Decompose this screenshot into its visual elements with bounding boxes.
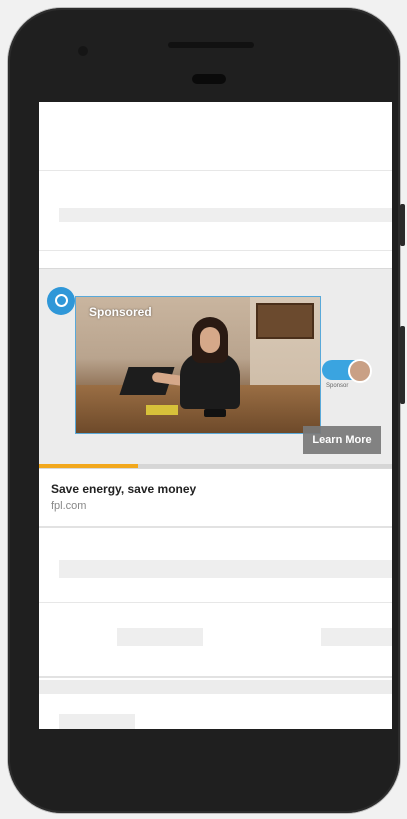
power-button	[400, 204, 405, 246]
divider	[39, 250, 392, 251]
video-progress-fill	[39, 464, 138, 468]
mini-brand-label: Sponsor	[326, 383, 349, 389]
divider	[39, 676, 392, 678]
learn-more-button[interactable]: Learn More	[303, 426, 381, 454]
divider	[39, 170, 392, 171]
earpiece	[168, 42, 254, 48]
video-picture-frame	[256, 303, 314, 339]
sensor	[192, 74, 226, 84]
front-camera	[78, 46, 88, 56]
divider	[39, 526, 392, 528]
divider	[39, 602, 392, 603]
skeleton-line	[39, 680, 392, 694]
sponsored-label: Sponsored	[89, 305, 152, 319]
ad-title[interactable]: Save energy, save money	[51, 482, 196, 496]
volume-button	[400, 326, 405, 404]
ad-video[interactable]: Sponsored	[75, 296, 321, 434]
phone-frame: Sponsored Sponsor Learn More Save energy…	[8, 8, 405, 813]
skeleton-line	[59, 208, 392, 222]
video-progress-track[interactable]	[39, 464, 392, 468]
phone-screen: Sponsored Sponsor Learn More Save energy…	[39, 102, 392, 729]
video-phone	[204, 409, 226, 417]
brand-logo-icon[interactable]	[47, 287, 75, 315]
ad-domain[interactable]: fpl.com	[51, 500, 86, 512]
skeleton-line	[59, 560, 392, 578]
video-person-face	[200, 327, 220, 353]
skeleton-line	[117, 628, 203, 646]
video-ad-unit[interactable]: Sponsored Sponsor Learn More	[39, 268, 392, 469]
avatar-icon	[348, 359, 372, 383]
skeleton-line	[321, 628, 392, 646]
skeleton-line	[59, 714, 135, 729]
video-notebook	[146, 405, 178, 415]
